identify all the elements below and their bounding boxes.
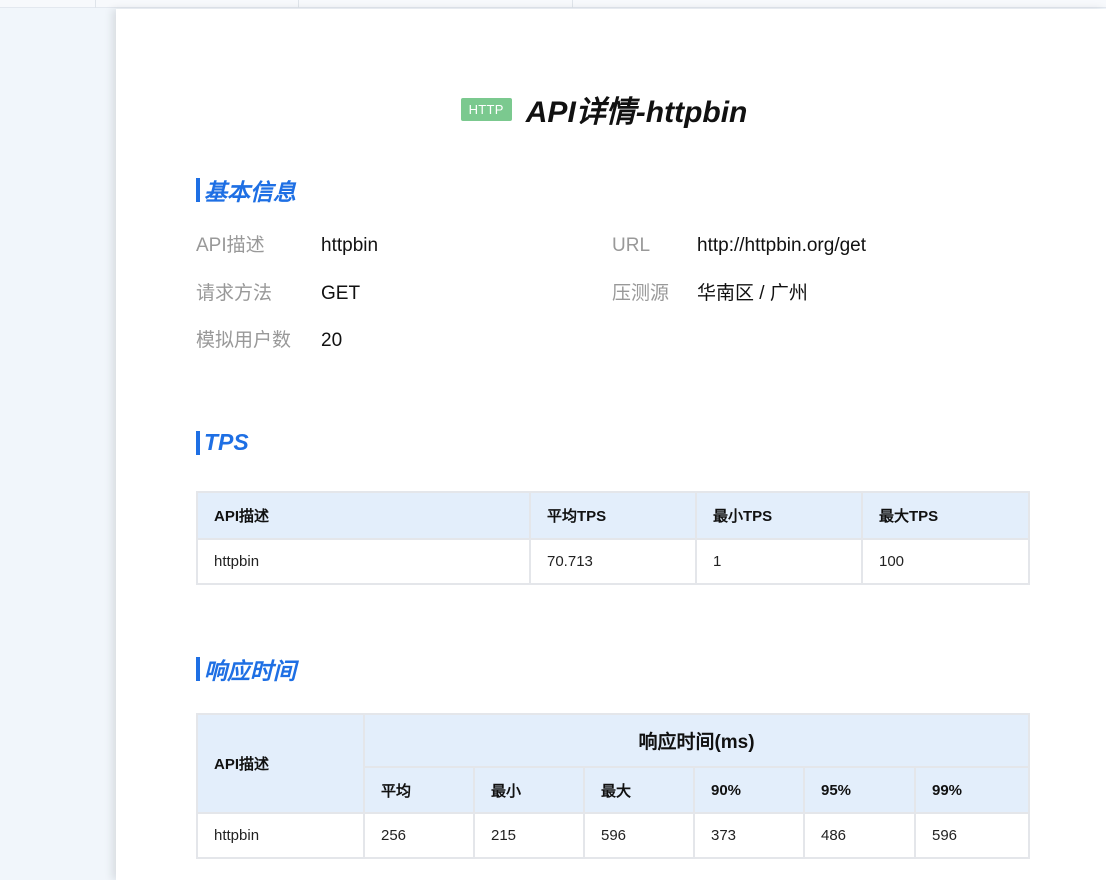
table-cell: 100 <box>861 538 1030 585</box>
table-cell: httpbin <box>196 812 365 859</box>
section-accent-bar <box>196 178 200 202</box>
table-cell: 596 <box>913 812 1031 859</box>
table-cell: 596 <box>583 812 695 859</box>
section-tps: TPS <box>196 429 249 456</box>
page-title: API详情-httpbin <box>525 96 748 129</box>
section-basic-info: 基本信息 <box>196 173 296 207</box>
info-value-source: 华南区 / 广州 <box>697 283 808 304</box>
table-cell: 1 <box>695 538 863 585</box>
info-value-api-desc: httpbin <box>321 235 379 256</box>
table-row: httpbin 70.713 1 100 <box>196 538 1030 585</box>
info-label-source: 压测源 <box>612 283 670 304</box>
table-header-row: API描述 响应时间(ms) <box>196 713 1031 814</box>
table-cell: 215 <box>473 812 585 859</box>
table-cell: 486 <box>803 812 916 859</box>
page-header: HTTP API详情-httpbin <box>116 89 1106 129</box>
table-row: httpbin 256 215 596 373 486 596 <box>196 812 1031 859</box>
section-title: TPS <box>204 429 249 455</box>
info-label-users: 模拟用户数 <box>196 330 292 351</box>
section-accent-bar <box>196 657 200 681</box>
table-cell: 70.713 <box>529 538 697 585</box>
column-header: 90% <box>693 766 805 814</box>
info-value-users: 20 <box>321 330 343 351</box>
method-badge: HTTP <box>460 97 512 121</box>
report-page: HTTP API详情-httpbin 基本信息 API描述 httpbin UR… <box>116 9 1106 880</box>
sidebar <box>0 9 108 880</box>
tab-divider <box>95 0 96 8</box>
table-cell: 373 <box>693 812 805 859</box>
tab-divider <box>298 0 299 8</box>
column-header: 平均TPS <box>529 491 697 540</box>
info-value-url: http://httpbin.org/get <box>697 235 867 256</box>
tab-divider <box>572 0 573 8</box>
column-header: 平均 <box>363 766 475 814</box>
column-header: 最小 <box>473 766 585 814</box>
table-header-row: API描述 平均TPS 最小TPS 最大TPS <box>196 491 1030 540</box>
section-title: 基本信息 <box>204 179 296 205</box>
info-label-method: 请求方法 <box>196 283 273 304</box>
tps-table: API描述 平均TPS 最小TPS 最大TPS httpbin 70.713 1… <box>196 491 1030 585</box>
column-header: 99% <box>913 766 1031 814</box>
top-tab-bar <box>0 0 1106 8</box>
table-cell: 256 <box>363 812 475 859</box>
column-header: API描述 <box>196 713 365 814</box>
response-time-table: API描述 响应时间(ms) 平均 最小 最大 90% 95% 99% http… <box>196 713 1031 859</box>
column-header: 最大 <box>583 766 695 814</box>
column-header: 95% <box>803 766 916 814</box>
info-label-url: URL <box>612 235 651 256</box>
group-header: 响应时间(ms) <box>362 713 1031 768</box>
table-cell: httpbin <box>196 538 531 585</box>
section-accent-bar <box>196 430 200 455</box>
info-label-api-desc: API描述 <box>196 235 265 256</box>
column-header: API描述 <box>196 491 531 540</box>
section-title: 响应时间 <box>204 658 296 684</box>
column-header: 最小TPS <box>695 491 863 540</box>
column-header: 最大TPS <box>861 491 1030 540</box>
info-value-method: GET <box>321 283 361 304</box>
section-response-time: 响应时间 <box>196 652 296 686</box>
